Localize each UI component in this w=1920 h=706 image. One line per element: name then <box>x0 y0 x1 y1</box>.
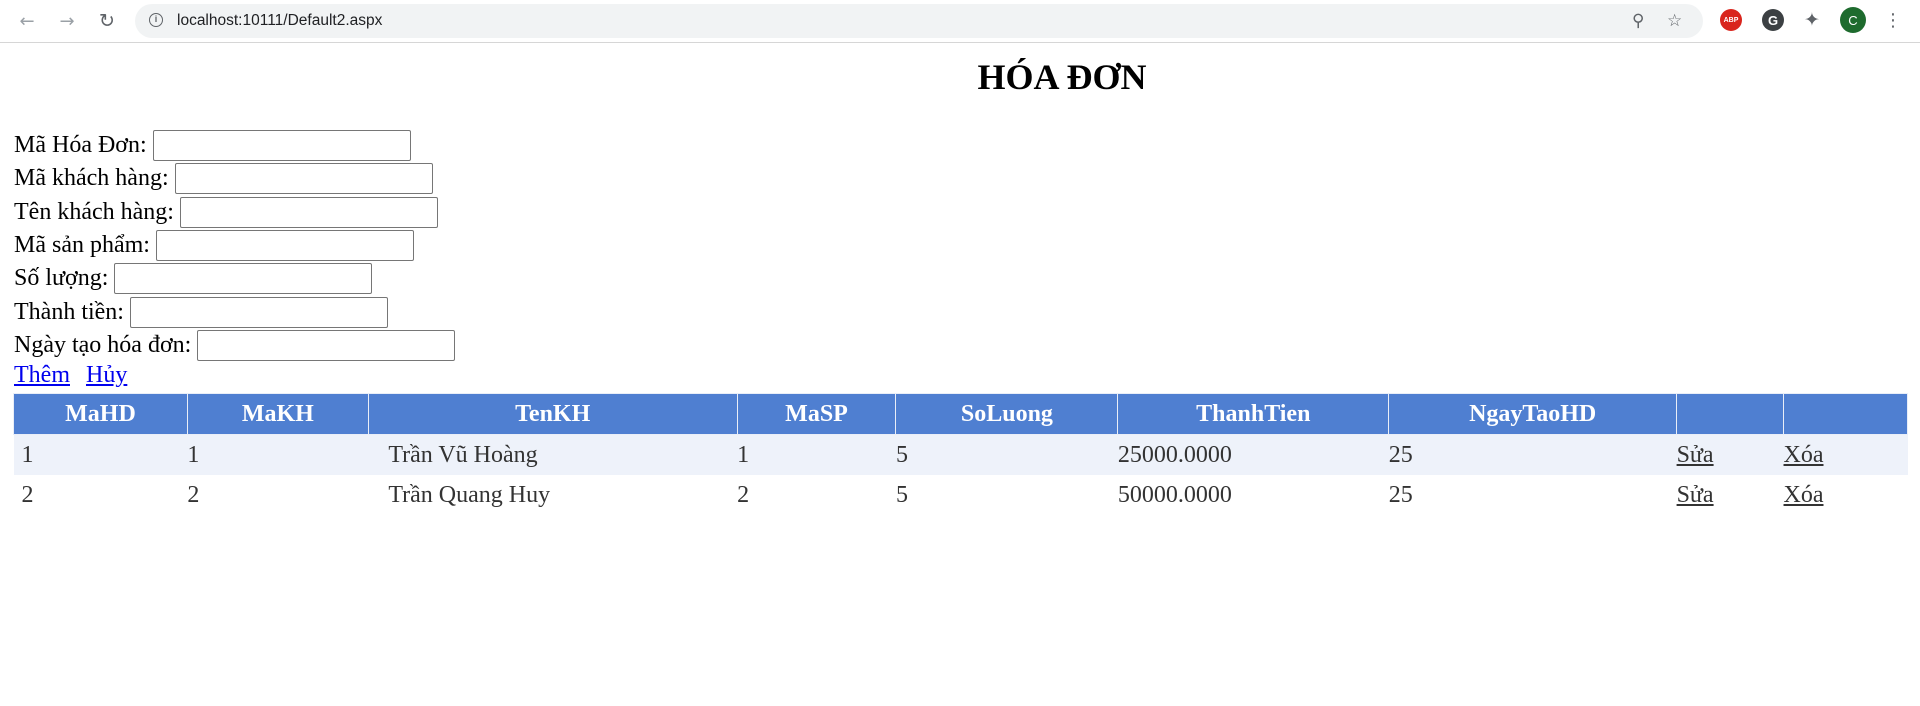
ngay-tao-input[interactable] <box>197 330 456 361</box>
cell-makh: 1 <box>187 434 369 475</box>
url-text[interactable]: localhost:10111/Default2.aspx <box>177 12 382 30</box>
puzzle-icon[interactable]: ✦ <box>1801 9 1823 31</box>
table-row: 1 1 Trần Vũ Hoàng 1 5 25000.0000 25 Sửa … <box>13 434 1908 475</box>
cell-ngaytaohd: 25 <box>1388 434 1677 475</box>
star-icon[interactable]: ☆ <box>1667 11 1682 31</box>
so-luong-label: Số lượng: <box>14 265 109 291</box>
so-luong-input[interactable] <box>114 263 373 294</box>
reload-icon: ↻ <box>99 10 115 32</box>
invoice-grid: MaHD MaKH TenKH MaSP SoLuong ThanhTien N… <box>13 393 1908 515</box>
thanh-tien-input[interactable] <box>129 297 388 328</box>
ten-khach-hang-label: Tên khách hàng: <box>14 199 174 225</box>
reload-button[interactable]: ↻ <box>95 9 119 33</box>
cell-soluong: 5 <box>895 481 908 508</box>
info-icon[interactable]: i <box>149 13 163 27</box>
cell-masp: 2 <box>737 481 750 508</box>
browser-toolbar: ← → ↻ i localhost:10111/Default2.aspx ⚲ … <box>0 0 1920 43</box>
ngay-tao-row: Ngày tạo hóa đơn: <box>14 329 456 362</box>
cell-delete: Xóa <box>1784 475 1908 515</box>
col-header-edit <box>1676 393 1785 435</box>
profile-avatar[interactable]: C <box>1840 7 1866 33</box>
add-link[interactable]: Thêm <box>14 362 70 388</box>
cell-tenkh: Trần Quang Huy <box>388 481 551 508</box>
ngay-tao-label: Ngày tạo hóa đơn: <box>14 332 192 358</box>
extension-icon[interactable]: G <box>1762 9 1784 31</box>
zoom-icon[interactable]: ⚲ <box>1632 11 1644 31</box>
ten-khach-hang-row: Tên khách hàng: <box>14 196 438 229</box>
edit-link[interactable]: Sửa <box>1677 442 1714 468</box>
col-header-thanhtien: ThanhTien <box>1117 393 1390 435</box>
cell-makh: 2 <box>187 481 200 508</box>
delete-link[interactable]: Xóa <box>1784 442 1824 468</box>
thanh-tien-label: Thành tiền: <box>14 299 124 325</box>
adblock-extension-icon[interactable]: ABP <box>1720 9 1742 31</box>
cell-mahd: 1 <box>13 434 188 475</box>
ma-san-pham-input[interactable] <box>155 230 414 261</box>
menu-icon[interactable]: ⋮ <box>1882 9 1904 31</box>
ma-hoa-don-row: Mã Hóa Đơn: <box>14 129 411 162</box>
cell-mahd: 2 <box>21 481 34 508</box>
col-header-delete <box>1783 393 1908 435</box>
col-header-masp: MaSP <box>736 393 897 435</box>
col-header-mahd: MaHD <box>13 393 188 435</box>
delete-link[interactable]: Xóa <box>1784 482 1824 508</box>
ma-san-pham-row: Mã sản phẩm: <box>14 229 414 262</box>
ma-san-pham-label: Mã sản phẩm: <box>14 232 150 258</box>
address-bar[interactable]: i localhost:10111/Default2.aspx ⚲ ☆ <box>135 4 1703 38</box>
ma-khach-hang-label: Mã khách hàng: <box>14 165 169 191</box>
ten-khach-hang-input[interactable] <box>179 197 438 228</box>
page-title: HÓA ĐƠN <box>977 57 1147 97</box>
cell-thanhtien: 25000.0000 <box>1117 434 1389 475</box>
cell-tenkh: Trần Vũ Hoàng <box>368 434 738 475</box>
col-header-soluong: SoLuong <box>895 393 1119 435</box>
cancel-link[interactable]: Hủy <box>86 362 127 388</box>
back-button[interactable]: ← <box>15 9 39 33</box>
edit-link[interactable]: Sửa <box>1677 482 1714 508</box>
ma-hoa-don-input[interactable] <box>152 130 411 161</box>
cell-edit: Sửa <box>1676 434 1784 475</box>
ma-khach-hang-row: Mã khách hàng: <box>14 162 433 195</box>
grid-header-row: MaHD MaKH TenKH MaSP SoLuong ThanhTien N… <box>13 393 1908 435</box>
cell-ngaytaohd: 25 <box>1388 481 1413 508</box>
col-header-makh: MaKH <box>186 393 369 435</box>
so-luong-row: Số lượng: <box>14 262 373 295</box>
forward-button[interactable]: → <box>55 9 79 33</box>
thanh-tien-row: Thành tiền: <box>14 296 388 329</box>
cell-soluong: 5 <box>895 434 1118 475</box>
table-row: 2 2 Trần Quang Huy 2 5 50000.0000 25 Sửa… <box>14 475 1908 515</box>
ma-hoa-don-label: Mã Hóa Đơn: <box>14 132 147 158</box>
col-header-tenkh: TenKH <box>367 393 738 435</box>
arrow-left-icon: ← <box>19 10 35 32</box>
cell-masp: 1 <box>737 434 896 475</box>
cell-thanhtien: 50000.0000 <box>1117 481 1232 508</box>
cell-edit: Sửa <box>1677 475 1784 515</box>
form-actions: Thêm Hủy <box>14 362 137 389</box>
col-header-ngaytaohd: NgayTaoHD <box>1388 393 1678 435</box>
ma-khach-hang-input[interactable] <box>174 163 433 194</box>
cell-delete: Xóa <box>1783 434 1908 475</box>
arrow-right-icon: → <box>59 10 75 32</box>
